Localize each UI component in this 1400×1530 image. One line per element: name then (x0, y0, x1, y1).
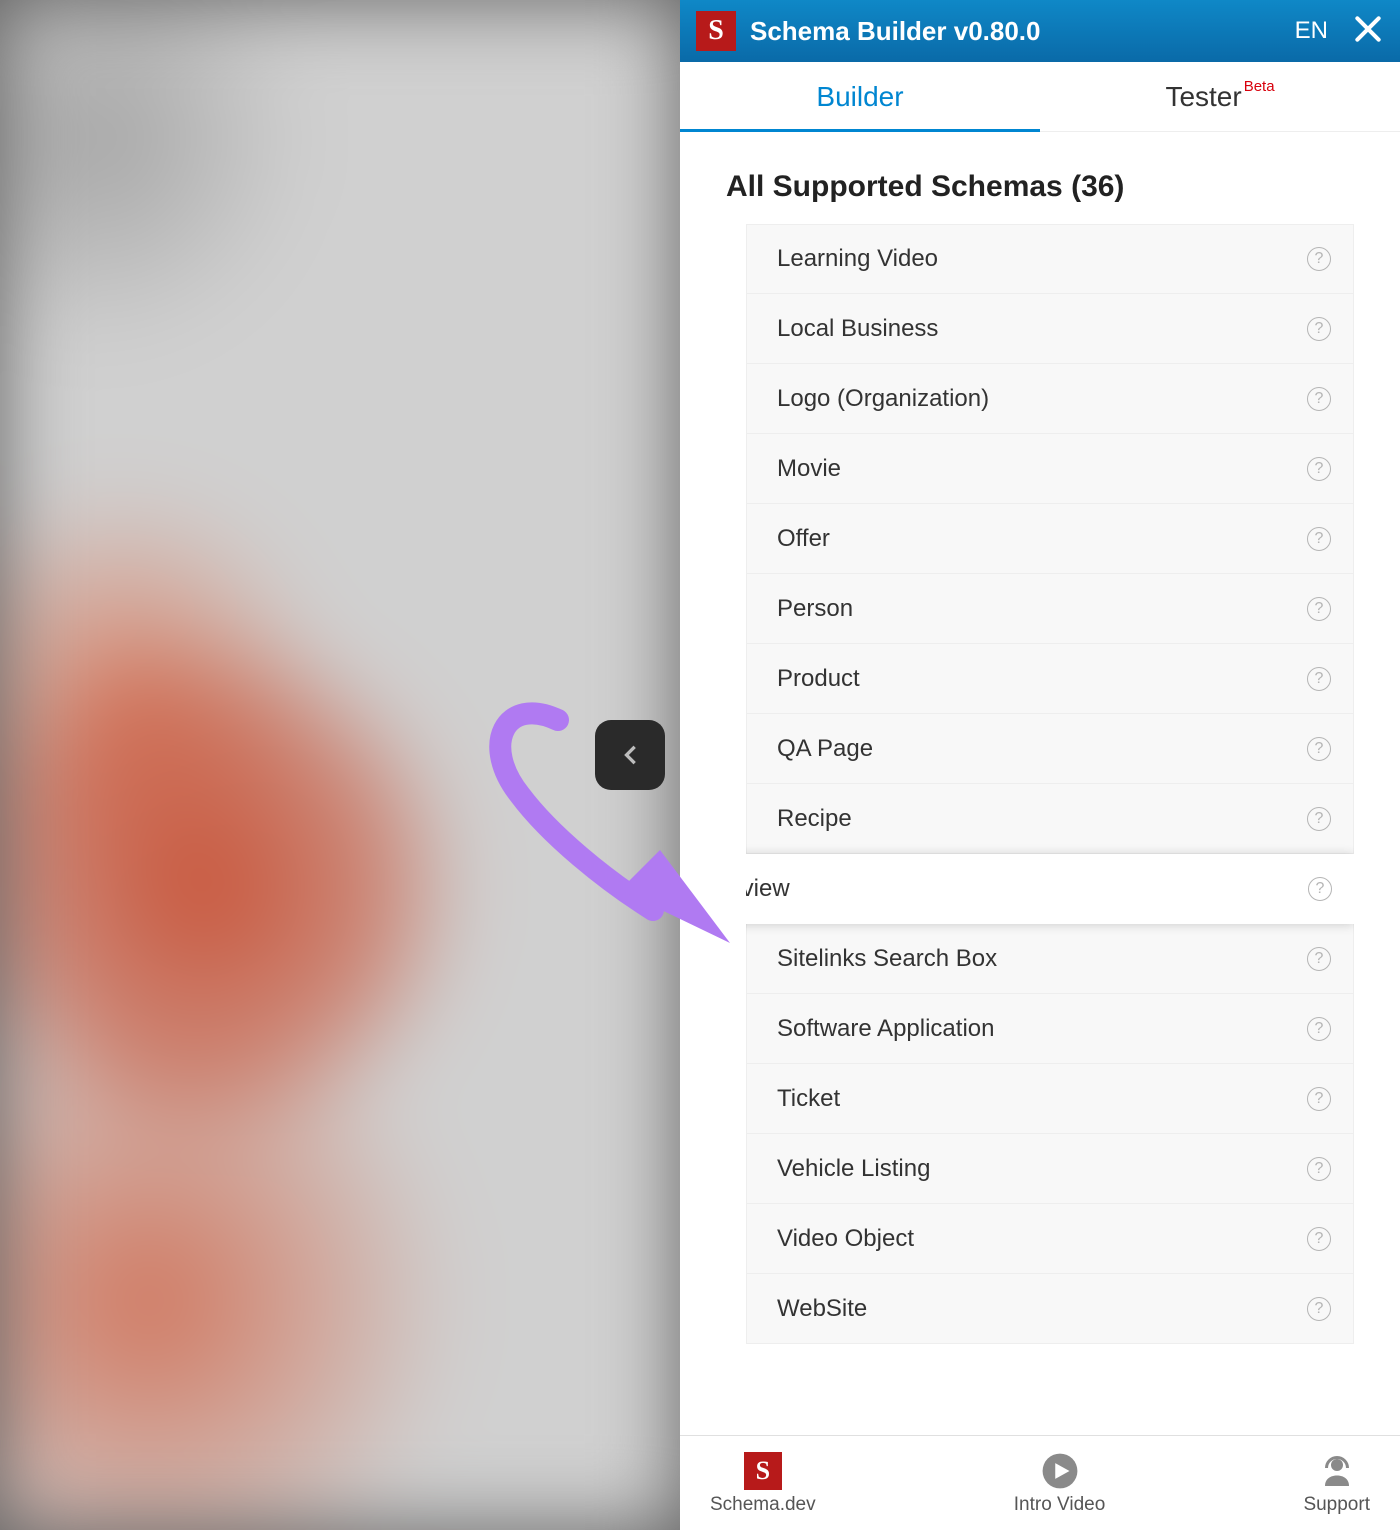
bottom-bar: S Schema.dev Intro Video Support (680, 1435, 1400, 1530)
help-icon[interactable]: ? (1307, 947, 1331, 971)
tab-builder-label: Builder (816, 81, 903, 113)
help-icon[interactable]: ? (1307, 1157, 1331, 1181)
schema-item-label: Review (746, 875, 1308, 903)
backdrop-overlay (0, 0, 680, 1530)
section-title: All Supported Schemas (36) (726, 170, 1360, 204)
schema-item-label: Recipe (777, 805, 1307, 833)
bottom-link-support[interactable]: Support (1303, 1451, 1370, 1516)
app-logo: S (696, 11, 736, 51)
schema-item[interactable]: Sitelinks Search Box? (746, 924, 1354, 994)
close-icon (1352, 13, 1384, 45)
help-icon[interactable]: ? (1307, 737, 1331, 761)
tab-tester[interactable]: TesterBeta (1040, 62, 1400, 131)
bottom-label: Schema.dev (710, 1494, 816, 1516)
help-icon[interactable]: ? (1307, 247, 1331, 271)
titlebar: S Schema Builder v0.80.0 EN (680, 0, 1400, 62)
support-icon (1317, 1451, 1357, 1491)
schema-item-label: QA Page (777, 735, 1307, 763)
help-icon[interactable]: ? (1307, 527, 1331, 551)
schema-item[interactable]: Recipe? (746, 784, 1354, 854)
schema-item[interactable]: Ticket? (746, 1064, 1354, 1134)
schema-item[interactable]: Vehicle Listing? (746, 1134, 1354, 1204)
schema-item-label: Software Application (777, 1015, 1307, 1043)
help-icon[interactable]: ? (1308, 877, 1332, 901)
schema-item-label: Local Business (777, 315, 1307, 343)
close-button[interactable] (1352, 13, 1384, 50)
schema-item[interactable]: Local Business? (746, 294, 1354, 364)
tab-tester-label: Tester (1165, 81, 1241, 113)
bottom-link-intro-video[interactable]: Intro Video (1014, 1451, 1106, 1516)
bottom-label: Support (1303, 1494, 1370, 1516)
tab-builder[interactable]: Builder (680, 62, 1040, 131)
schema-item-label: Logo (Organization) (777, 385, 1307, 413)
schema-item-label: Offer (777, 525, 1307, 553)
app-title: Schema Builder v0.80.0 (750, 16, 1281, 47)
bottom-label: Intro Video (1014, 1494, 1106, 1516)
content-area: All Supported Schemas (36) Learning Vide… (680, 132, 1400, 1435)
bottom-link-schema-dev[interactable]: S Schema.dev (710, 1451, 816, 1516)
help-icon[interactable]: ? (1307, 667, 1331, 691)
schema-item-label: WebSite (777, 1295, 1307, 1323)
schema-item[interactable]: Logo (Organization)? (746, 364, 1354, 434)
schema-item[interactable]: Person? (746, 574, 1354, 644)
language-switcher[interactable]: EN (1295, 17, 1328, 45)
help-icon[interactable]: ? (1307, 387, 1331, 411)
panel-collapse-button[interactable] (595, 720, 665, 790)
schema-item[interactable]: WebSite? (746, 1274, 1354, 1344)
schema-item-label: Video Object (777, 1225, 1307, 1253)
schema-item-label: Learning Video (777, 245, 1307, 273)
tab-bar: Builder TesterBeta (680, 62, 1400, 132)
schema-list[interactable]: Learning Video?Local Business?Logo (Orga… (746, 224, 1354, 1403)
schema-item-label: Product (777, 665, 1307, 693)
schema-item-label: Movie (777, 455, 1307, 483)
help-icon[interactable]: ? (1307, 1017, 1331, 1041)
help-icon[interactable]: ? (1307, 457, 1331, 481)
backdrop-blur (0, 0, 680, 1530)
schema-item-label: Ticket (777, 1085, 1307, 1113)
schema-item[interactable]: Video Object? (746, 1204, 1354, 1274)
schema-item[interactable]: Offer? (746, 504, 1354, 574)
schema-item[interactable]: Product? (746, 644, 1354, 714)
schema-dev-logo-icon: S (743, 1451, 783, 1491)
play-icon (1040, 1451, 1080, 1491)
chevron-left-icon (616, 741, 644, 769)
schema-item[interactable]: QA Page? (746, 714, 1354, 784)
help-icon[interactable]: ? (1307, 1087, 1331, 1111)
schema-item[interactable]: Review? (746, 854, 1354, 924)
schema-builder-panel: S Schema Builder v0.80.0 EN Builder Test… (680, 0, 1400, 1530)
schema-item-label: Vehicle Listing (777, 1155, 1307, 1183)
help-icon[interactable]: ? (1307, 317, 1331, 341)
help-icon[interactable]: ? (1307, 1297, 1331, 1321)
schema-item[interactable]: Movie? (746, 434, 1354, 504)
schema-item-label: Sitelinks Search Box (777, 945, 1307, 973)
help-icon[interactable]: ? (1307, 1227, 1331, 1251)
schema-item[interactable]: Learning Video? (746, 224, 1354, 294)
help-icon[interactable]: ? (1307, 807, 1331, 831)
help-icon[interactable]: ? (1307, 597, 1331, 621)
schema-item-label: Person (777, 595, 1307, 623)
tab-tester-badge: Beta (1244, 78, 1275, 95)
schema-item[interactable]: Software Application? (746, 994, 1354, 1064)
